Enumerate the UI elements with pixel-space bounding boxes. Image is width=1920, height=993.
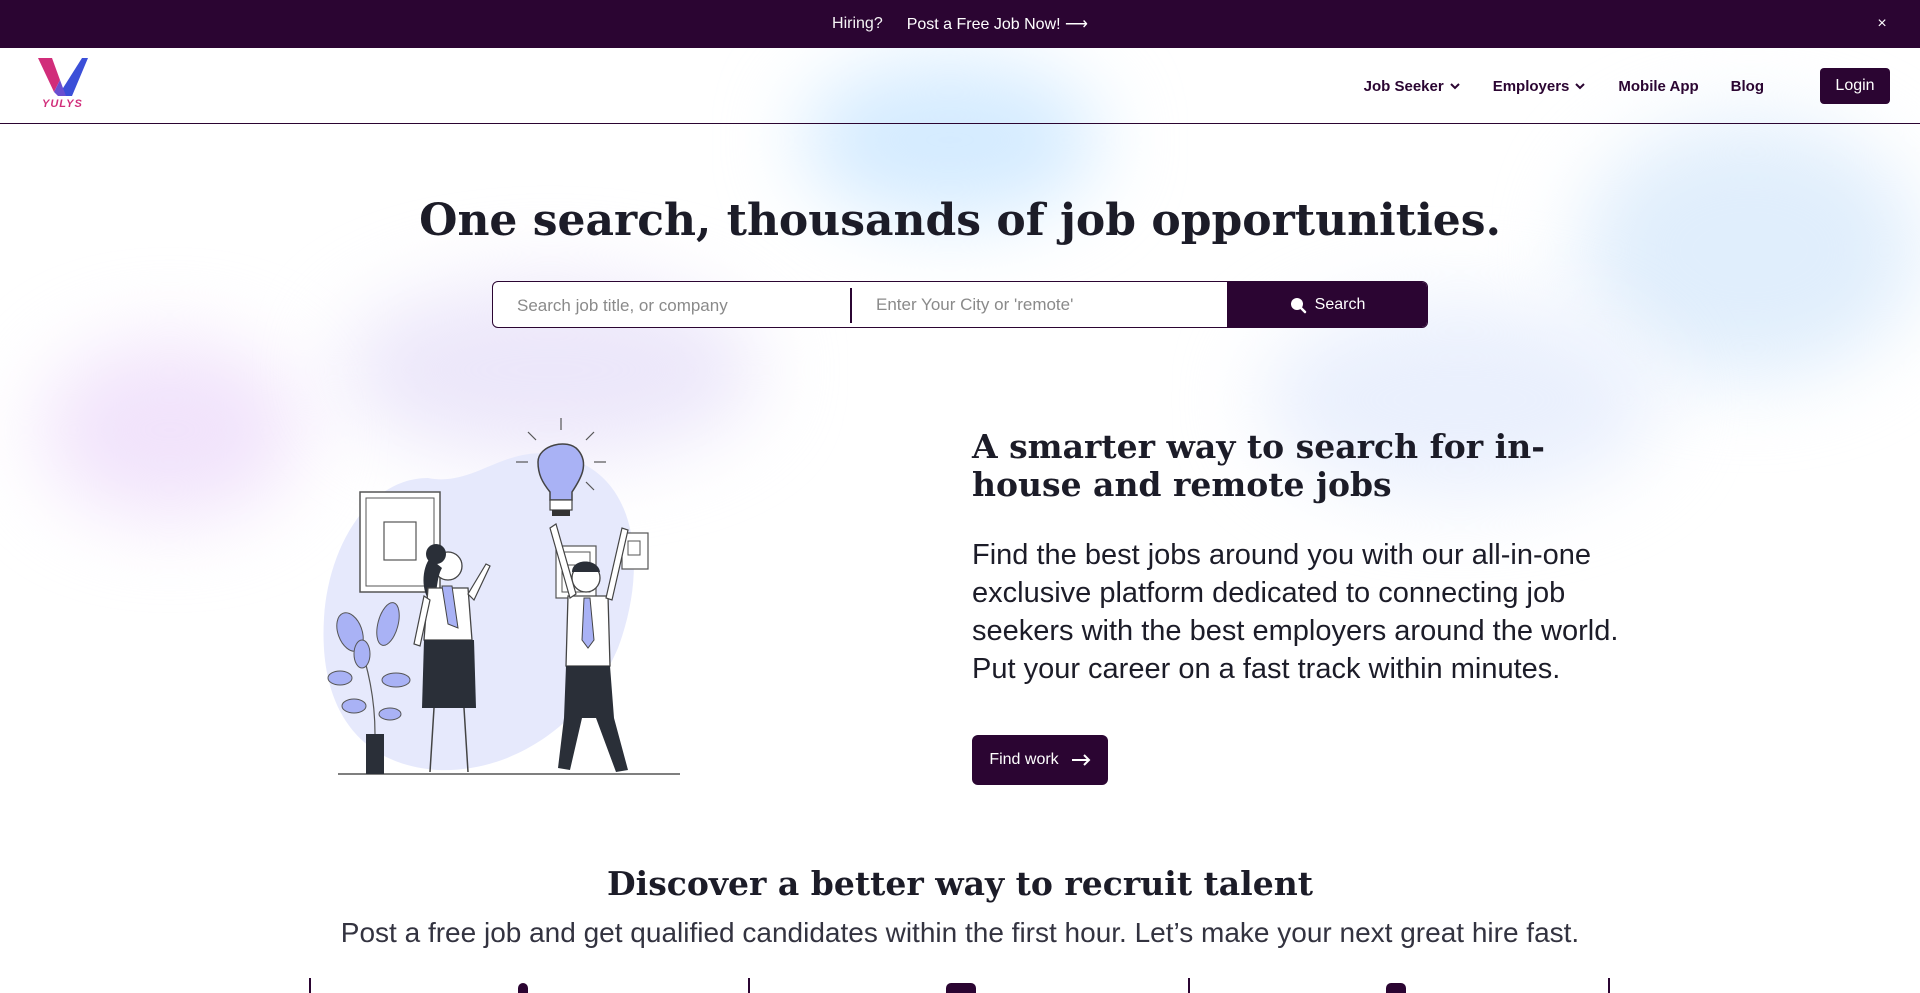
hero-title: One search, thousands of job opportuniti…	[419, 195, 1501, 246]
logo[interactable]: YULYS	[36, 56, 88, 112]
find-work-label: Find work	[989, 751, 1059, 768]
nav-blog-label: Blog	[1730, 77, 1764, 95]
nav-mobile-app-label: Mobile App	[1618, 77, 1699, 95]
chevron-down-icon	[1449, 83, 1460, 90]
card-icon-peek	[946, 983, 976, 993]
login-button[interactable]: Login	[1820, 68, 1890, 104]
city-search-input[interactable]	[852, 282, 1227, 327]
card-icon-peek	[1386, 983, 1406, 993]
search-button[interactable]: Search	[1227, 282, 1427, 327]
hiring-text: Hiring?	[832, 15, 883, 32]
main-nav: Job Seeker Employers Mobile App Blog Log…	[1332, 48, 1890, 124]
arrow-right-icon	[1071, 754, 1091, 766]
nav-job-seeker-label: Job Seeker	[1363, 77, 1444, 95]
card-divider	[748, 978, 750, 993]
nav-mobile-app[interactable]: Mobile App	[1618, 78, 1698, 95]
discover-subtitle: Post a free job and get qualified candid…	[340, 917, 1580, 948]
nav-employers-label: Employers	[1492, 77, 1570, 95]
feature-description: Find the best jobs around you with our a…	[972, 539, 1619, 685]
post-free-job-link[interactable]: Post a Free Job Now! ⟶	[907, 14, 1088, 34]
close-icon[interactable]: ×	[1872, 14, 1892, 34]
nav-job-seeker[interactable]: Job Seeker	[1364, 78, 1461, 95]
card-divider	[1188, 978, 1190, 993]
search-button-label: Search	[1314, 295, 1366, 313]
bg-blob-blue-right	[1580, 120, 1920, 380]
nav-blog[interactable]: Blog	[1731, 78, 1764, 95]
job-search-input[interactable]	[493, 288, 852, 323]
discover-title: Discover a better way to recruit talent	[607, 864, 1313, 903]
announcement-bar: Hiring? Post a Free Job Now! ⟶ ×	[0, 0, 1920, 48]
card-divider	[1608, 978, 1610, 993]
card-icon-peek	[518, 983, 528, 993]
site-header: YULYS Job Seeker Employers Mobile App Bl…	[0, 48, 1920, 124]
celebrating-people-illustration	[323, 418, 680, 775]
card-divider	[309, 978, 311, 993]
logo-text: YULYS	[42, 98, 83, 110]
search-bar: Search	[492, 281, 1428, 328]
chevron-down-icon	[1575, 83, 1586, 90]
search-icon	[1290, 297, 1306, 313]
bg-blob-purple-left	[40, 340, 300, 520]
find-work-button[interactable]: Find work	[972, 735, 1108, 785]
nav-employers[interactable]: Employers	[1493, 78, 1587, 95]
feature-title: A smarter way to search for in-house and…	[972, 427, 1545, 504]
logo-mark-icon	[38, 58, 88, 96]
